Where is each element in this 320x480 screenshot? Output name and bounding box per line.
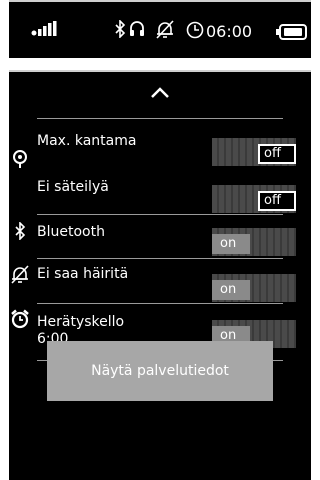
- range-icon: [9, 148, 31, 170]
- status-bar: 06:00: [9, 0, 311, 58]
- bluetooth-icon: [9, 220, 31, 242]
- do-not-disturb-icon: [154, 16, 176, 42]
- max-range-label: Max. kantama: [37, 133, 137, 149]
- clock-time: 06:00: [206, 22, 253, 41]
- divider: [37, 258, 283, 259]
- no-radiation-toggle[interactable]: off: [212, 185, 296, 213]
- signal-icon: [31, 16, 59, 42]
- bluetooth-icon: [113, 16, 127, 42]
- toggle-state: off: [258, 191, 296, 211]
- quick-settings-panel: Max. kantama off Ei säteilyä off Bluetoo…: [9, 70, 311, 480]
- toggle-state: on: [212, 234, 250, 254]
- show-service-info-button[interactable]: Näytä palvelutiedot: [47, 341, 273, 401]
- alarm-icon: [184, 16, 206, 42]
- no-radiation-label: Ei säteilyä: [37, 179, 109, 195]
- divider: [37, 118, 283, 119]
- do-not-disturb-icon: [9, 263, 31, 285]
- alarm-label: Herätyskello: [37, 314, 125, 330]
- bluetooth-label: Bluetooth: [37, 224, 105, 240]
- chevron-up-icon[interactable]: [145, 82, 175, 104]
- do-not-disturb-toggle[interactable]: on: [212, 274, 296, 302]
- toggle-state: on: [212, 280, 250, 300]
- max-range-toggle[interactable]: off: [212, 138, 296, 166]
- headset-icon: [128, 16, 146, 42]
- battery-icon: [276, 24, 307, 40]
- do-not-disturb-label: Ei saa häiritä: [37, 266, 129, 282]
- alarm-icon: [9, 308, 31, 330]
- divider: [37, 303, 283, 304]
- toggle-state: off: [258, 144, 296, 164]
- bluetooth-toggle[interactable]: on: [212, 228, 296, 256]
- divider: [37, 214, 283, 215]
